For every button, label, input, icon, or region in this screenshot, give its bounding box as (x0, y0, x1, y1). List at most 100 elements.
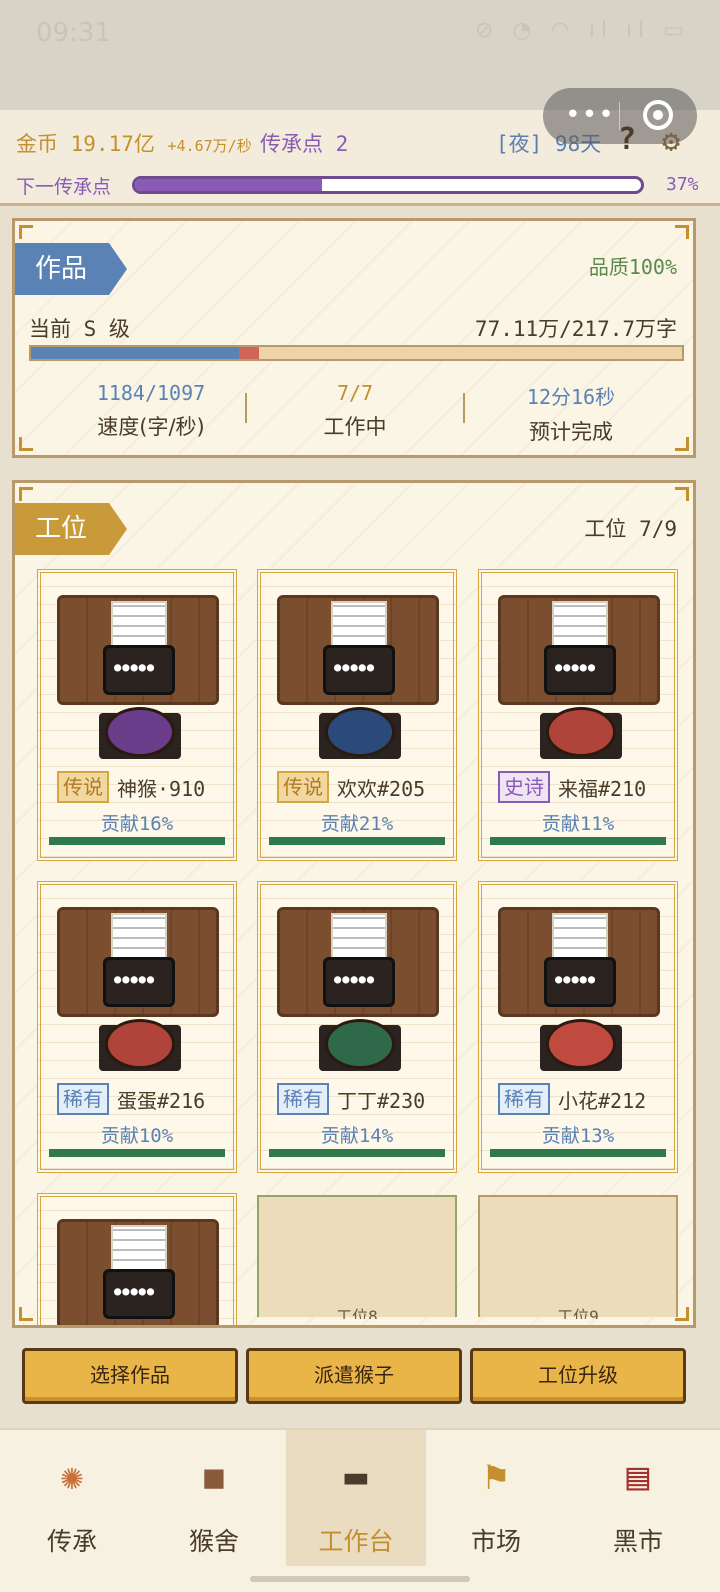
status-bar-green (490, 1149, 666, 1157)
contribution: 贡献13% (541, 1125, 615, 1147)
inherit-points: 传承点 2 (260, 132, 349, 156)
select-work-button[interactable]: 选择作品 (22, 1348, 238, 1404)
monkey-card[interactable]: ●●●●● 稀有 蛋蛋#216 贡献10% (37, 881, 237, 1173)
monkey-name: 小花#212 (558, 1089, 647, 1113)
quality-text: 品质100% (588, 255, 677, 279)
eta-value: 12分16秒 (526, 385, 616, 409)
eta-stat: 12分16秒 预计完成 (471, 381, 671, 446)
work-progress-fill (31, 347, 240, 359)
status-bar-green (490, 837, 666, 845)
nav-black-market[interactable]: ▤ 黑市 (568, 1430, 708, 1566)
contribution: 贡献14% (320, 1125, 394, 1147)
speed-label: 速度(字/秒) (97, 415, 205, 439)
more-icon[interactable]: ••• (565, 100, 615, 130)
monkey-name: 丁丁#230 (337, 1089, 426, 1113)
status-bar-green (269, 1149, 445, 1157)
monkey-name: 欢欢#205 (337, 777, 426, 801)
nav-monkey-house[interactable]: ◼ 猴舍 (144, 1430, 284, 1566)
nav-label: 黑市 (612, 1527, 663, 1556)
contribution: 贡献16% (100, 813, 174, 835)
monkey-card[interactable]: ●●●●● 传说 欢欢#205 贡献21% (257, 569, 457, 861)
gold-display: 金币 19.17亿 +4.67万/秒 (16, 128, 252, 158)
status-bar-green (49, 1149, 225, 1157)
work-progress-marker (239, 347, 259, 359)
upgrade-slot-button[interactable]: 工位升级 (470, 1348, 686, 1404)
typewriter: ●●●●● (544, 957, 616, 1007)
rarity-badge: 稀有 (57, 1083, 109, 1115)
working-value: 7/7 (336, 381, 374, 405)
contribution: 贡献11% (541, 813, 615, 835)
monkey-face-icon: ◼ (202, 1454, 226, 1498)
empty-slot-label: 工位8 (336, 1307, 378, 1319)
typewriter: ●●●●● (544, 645, 616, 695)
next-inherit-label: 下一传承点 (16, 176, 112, 198)
nav-workbench[interactable]: ▬ 工作台 (286, 1430, 426, 1566)
nav-label: 猴舍 (188, 1527, 239, 1556)
monkey-avatar (546, 707, 616, 757)
black-market-icon: ▤ (626, 1454, 650, 1498)
contribution: 贡献21% (320, 813, 394, 835)
monkey-name: 来福#210 (558, 777, 647, 801)
empty-slot-8[interactable]: 工位8 (257, 1195, 457, 1319)
bottom-nav: ✺ 传承 ◼ 猴舍 ▬ 工作台 ⚑ 市场 ▤ 黑市 (0, 1428, 720, 1592)
slots-panel: 工位 工位 7/9 ●●●●● 传说 神猴·910 贡献16% ●●●●● 传说 欢欢#20… (12, 480, 696, 1328)
typewriter: ●●●●● (323, 957, 395, 1007)
monkey-avatar (105, 1019, 175, 1069)
monkey-card[interactable]: ●●●●● 稀有 丁丁#230 贡献14% (257, 881, 457, 1173)
progress-fill (135, 179, 323, 191)
speed-stat: 1184/1097 速度(字/秒) (51, 381, 251, 441)
nav-label: 工作台 (318, 1527, 394, 1556)
next-inherit-progress (132, 176, 644, 194)
status-icons: ⊘ ◔ ◠ ıl ıl ▭ (474, 18, 690, 43)
typewriter: ●●●●● (323, 645, 395, 695)
market-icon: ⚑ (484, 1454, 508, 1498)
empty-slot-label: 工位9 (557, 1307, 599, 1319)
monkey-card-7[interactable]: ●●●●● (37, 1193, 237, 1325)
typewriter: ●●●●● (103, 957, 175, 1007)
status-bar-green (49, 837, 225, 845)
status-bar-green (269, 837, 445, 845)
gold-rate: +4.67万/秒 (167, 137, 252, 155)
status-time: 09:31 (36, 18, 111, 48)
working-label: 工作中 (323, 415, 387, 439)
workbench-icon: ▬ (344, 1454, 368, 1498)
monkey-name: 蛋蛋#216 (117, 1089, 206, 1113)
monkey-name: 神猴·910 (117, 777, 206, 801)
typewriter: ●●●●● (103, 1269, 175, 1319)
nav-inherit[interactable]: ✺ 传承 (2, 1430, 142, 1566)
rarity-badge: 传说 (57, 771, 109, 803)
inherit-icon: ✺ (60, 1454, 84, 1498)
work-progress-bar (29, 345, 684, 361)
stat-divider (463, 393, 465, 423)
empty-slot-9[interactable]: 工位9 (478, 1195, 678, 1319)
progress-percent: 37% (666, 174, 699, 195)
working-stat: 7/7 工作中 (255, 381, 455, 441)
monkey-avatar (325, 707, 395, 757)
home-indicator (250, 1576, 470, 1582)
word-count: 77.11万/217.7万字 (474, 317, 677, 341)
speed-value: 1184/1097 (96, 381, 206, 405)
nav-label: 市场 (470, 1527, 521, 1556)
dispatch-monkey-button[interactable]: 派遣猴子 (246, 1348, 462, 1404)
nav-market[interactable]: ⚑ 市场 (426, 1430, 566, 1566)
monkey-avatar (546, 1019, 616, 1069)
monkey-card[interactable]: ●●●●● 稀有 小花#212 贡献13% (478, 881, 678, 1173)
contribution: 贡献10% (100, 1125, 174, 1147)
monkey-avatar (105, 707, 175, 757)
rarity-badge: 传说 (277, 771, 329, 803)
typewriter: ●●●●● (103, 645, 175, 695)
monkey-card[interactable]: ●●●●● 史诗 来福#210 贡献11% (478, 569, 678, 861)
help-icon[interactable]: ? (618, 122, 636, 157)
eta-label: 预计完成 (529, 420, 613, 444)
grade-text: 当前 S 级 (29, 317, 130, 341)
work-tag: 作品 (15, 243, 128, 295)
monkey-card[interactable]: ●●●●● 传说 神猴·910 贡献16% (37, 569, 237, 861)
stat-divider (245, 393, 247, 423)
gold-amount: 金币 19.17亿 (16, 132, 155, 156)
work-panel: 作品 品质100% 当前 S 级 77.11万/217.7万字 1184/109… (12, 218, 696, 458)
rarity-badge: 史诗 (498, 771, 550, 803)
nav-label: 传承 (46, 1527, 97, 1556)
rarity-badge: 稀有 (277, 1083, 329, 1115)
gear-icon[interactable]: ⚙ (662, 124, 680, 159)
monkey-avatar (325, 1019, 395, 1069)
